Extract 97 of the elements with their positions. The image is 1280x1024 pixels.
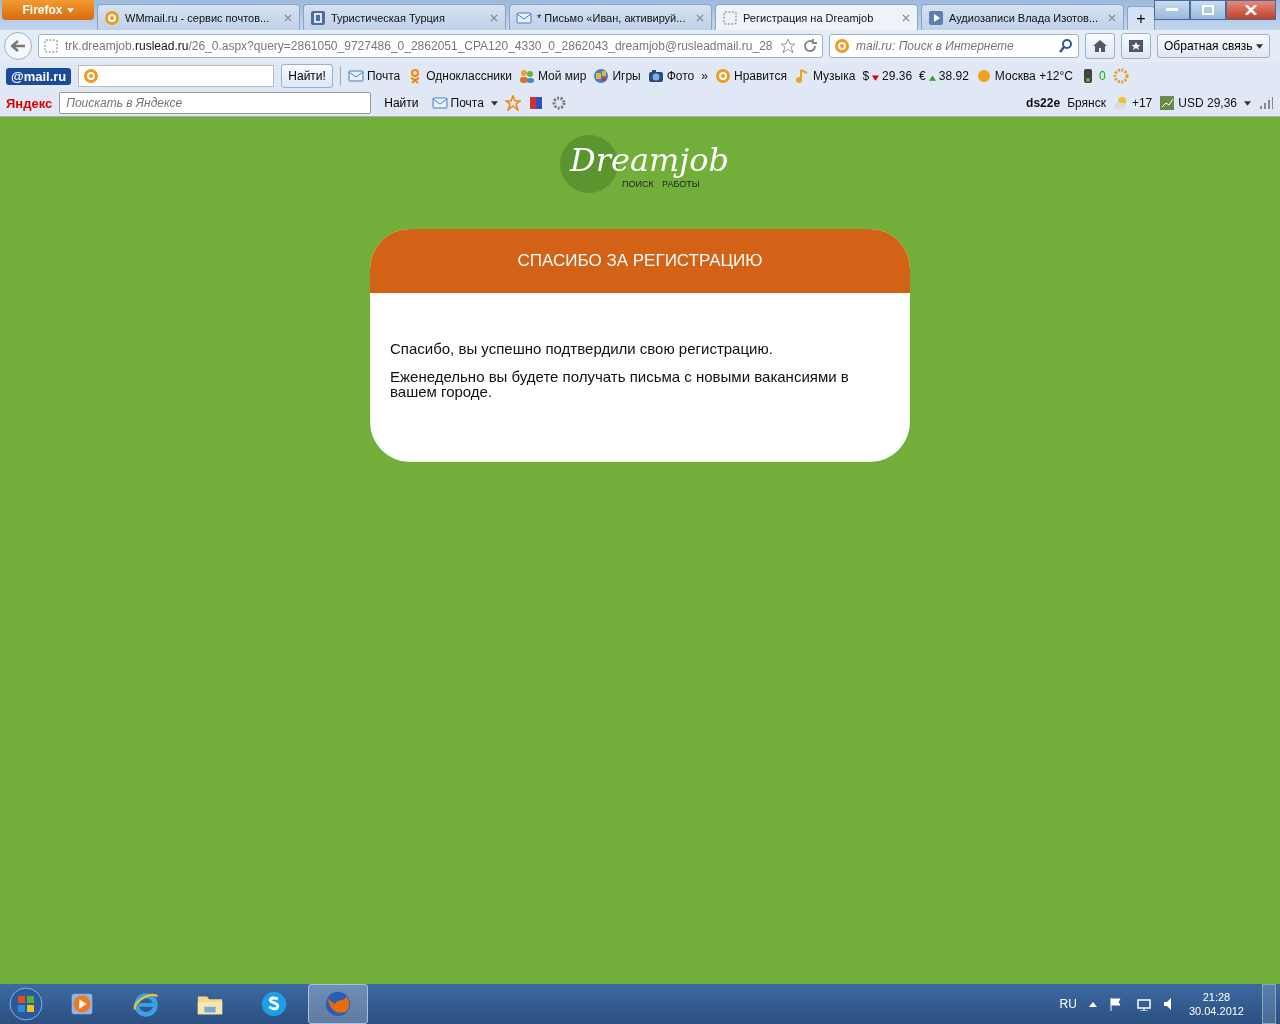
cloud-sun-icon <box>1112 95 1129 111</box>
flag-icon[interactable] <box>1108 997 1123 1011</box>
reload-icon[interactable] <box>802 38 818 54</box>
at-sign-icon <box>715 68 731 84</box>
mail-link[interactable]: Почта <box>450 96 484 110</box>
link-label[interactable]: Одноклассники <box>426 69 512 83</box>
mail-search-field[interactable] <box>78 65 275 87</box>
star-icon[interactable] <box>1128 39 1144 53</box>
currency-symbol[interactable]: $ <box>862 69 870 83</box>
caret-icon[interactable] <box>1244 100 1251 106</box>
minimize-button[interactable] <box>1154 0 1190 20</box>
envelope-icon <box>347 68 364 84</box>
currency-text[interactable]: USD 29,36 <box>1178 96 1237 110</box>
chevron-up-icon[interactable] <box>1088 1001 1097 1007</box>
search-icon[interactable] <box>1058 38 1074 54</box>
currency-link[interactable]: USD 29,36 <box>1159 95 1251 111</box>
at-sign-icon <box>83 68 100 84</box>
browser-tab[interactable]: WMmail.ru - сервис почтов... <box>97 4 300 30</box>
home-button[interactable] <box>1085 33 1115 59</box>
play-icon <box>928 9 944 26</box>
language-indicator[interactable]: RU <box>1059 997 1077 1011</box>
square-logo-icon <box>310 9 326 26</box>
more-chevron[interactable]: » <box>701 69 708 83</box>
camera-icon <box>647 68 664 84</box>
toolbar-link[interactable]: Музыка <box>793 68 856 84</box>
close-icon[interactable] <box>901 12 911 23</box>
message-text: Еженедельно вы будете получать письма с новыми вакансиями в вашем городе. <box>390 369 850 399</box>
at-sign-icon <box>104 9 120 26</box>
network-icon[interactable] <box>1134 997 1151 1011</box>
mail-logo[interactable]: @mail.ru <box>6 67 72 85</box>
music-note-icon <box>793 68 810 84</box>
toolbar-link[interactable]: Почта <box>347 68 401 84</box>
down-arrow-icon <box>872 75 880 81</box>
browser-tab[interactable]: Регистрация на Dreamjob <box>715 4 918 30</box>
search-field[interactable]: mail.ru: Поиск в Интернете <box>829 34 1079 58</box>
exchange-rate[interactable]: 29.36 <box>882 69 913 83</box>
browser-tab[interactable]: * Письмо «Иван, активируй... <box>509 4 712 30</box>
address-bar[interactable]: trk.dreamjob.ruslead.ru/26_0.aspx?query=2861050_9727486_0_2862051_CPA120_4330_0_2862043_dreamjob@rusleadmail.ru_28 <box>38 34 823 58</box>
sun-icon <box>975 68 992 84</box>
message-text: Спасибо, вы успешно подтвердили свою регистрацию. <box>390 341 774 356</box>
toolbar-link[interactable]: Игры <box>593 68 641 84</box>
yandex-search-field[interactable]: Поискать в Яндексе <box>59 92 372 114</box>
browser-tab[interactable]: Туристическая Турция <box>303 4 506 30</box>
link-label[interactable]: Игры <box>612 69 641 83</box>
up-arrow-icon <box>928 75 936 81</box>
city-link[interactable]: Брянск <box>1067 96 1106 110</box>
home-icon[interactable] <box>1092 39 1108 53</box>
toolbar-link[interactable]: Мой мир <box>518 68 587 84</box>
blank-page-icon <box>722 9 738 26</box>
signal-icon <box>1258 95 1274 111</box>
user-name[interactable]: ds22e <box>1026 96 1061 110</box>
link-label[interactable]: Почта <box>366 69 401 83</box>
toolbar-link[interactable]: Одноклассники <box>407 68 512 84</box>
at-sign-icon <box>834 38 850 54</box>
toolbar-link[interactable]: Нравится <box>715 68 787 84</box>
close-icon[interactable] <box>489 12 499 23</box>
browser-tab[interactable]: Аудиозаписи Влада Изотов... <box>921 4 1124 30</box>
star-icon[interactable] <box>504 95 521 111</box>
back-button[interactable] <box>4 32 32 60</box>
caret-icon[interactable] <box>1256 43 1264 49</box>
back-arrow-icon[interactable] <box>11 40 25 52</box>
new-tab-button[interactable]: + <box>1127 6 1155 30</box>
logo-tagline: РАБОТЫ <box>662 179 700 189</box>
envelope-icon <box>516 9 532 26</box>
cube-icon[interactable] <box>527 95 544 111</box>
taskbar-app[interactable] <box>308 984 368 1024</box>
find-button[interactable]: Найти <box>378 91 425 115</box>
yandex-logo[interactable]: Яндекс <box>6 95 53 111</box>
star-icon[interactable] <box>780 38 796 54</box>
card-title: СПАСИБО ЗА РЕГИСТРАЦИЮ <box>517 251 763 271</box>
close-icon[interactable] <box>1107 12 1117 23</box>
chart-icon <box>1159 95 1176 111</box>
currency-symbol[interactable]: € <box>919 69 926 83</box>
bookmarks-button[interactable] <box>1121 33 1151 59</box>
exchange-rate[interactable]: 38.92 <box>938 69 969 83</box>
link-label[interactable]: Фото <box>666 69 695 83</box>
globe-icon <box>593 68 610 84</box>
close-icon[interactable] <box>695 12 705 23</box>
url-text: trk.dreamjob.ruslead.ru/26_0.aspx?query=2861050_9727486_0_2862051_CPA120_4330_0_2862043_dreamjob@rusleadmail.ru_28 <box>65 39 774 53</box>
link-label[interactable]: Мой мир <box>537 69 587 83</box>
toolbar-link[interactable]: Фото <box>647 68 695 84</box>
link-label[interactable]: Нравится <box>734 69 787 83</box>
clock[interactable]: 21:28 30.04.2012 <box>1188 991 1250 1017</box>
maximize-button[interactable] <box>1190 0 1226 20</box>
link-label[interactable]: Музыка <box>812 69 856 83</box>
close-button[interactable] <box>1226 0 1276 20</box>
logo-tagline: ПОИСК <box>622 179 654 189</box>
blank-page-icon <box>43 38 59 54</box>
close-icon[interactable] <box>283 12 293 23</box>
envelope-icon <box>431 95 448 111</box>
weather-link[interactable]: +17 <box>1112 95 1153 111</box>
caret-icon[interactable] <box>490 100 498 106</box>
feedback-button[interactable]: Обратная связь <box>1157 34 1271 58</box>
gear-icon[interactable] <box>550 95 567 111</box>
weather-link[interactable]: Москва +12°C <box>975 68 1073 84</box>
s-logo-icon[interactable] <box>259 989 289 1019</box>
find-button[interactable]: Найти! <box>281 64 333 88</box>
